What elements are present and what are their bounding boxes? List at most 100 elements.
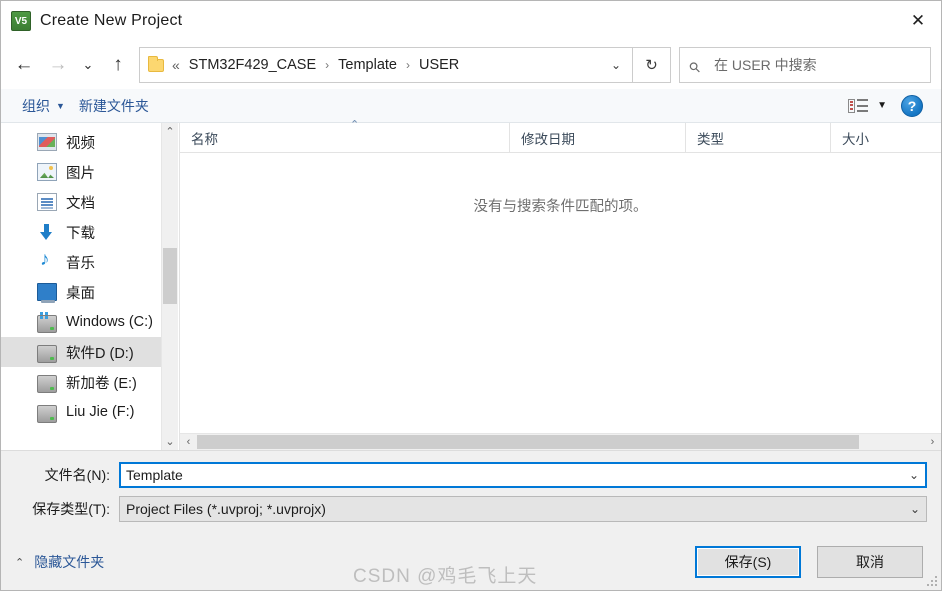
chevron-down-icon: ▼ [56, 100, 65, 111]
file-list-pane: ⌃ 名称 修改日期 类型 大小 没有与搜索条件匹配的项。 ‹ › [179, 119, 941, 450]
hscroll-thumb[interactable] [197, 435, 859, 449]
column-label: 修改日期 [521, 131, 575, 147]
address-bar[interactable]: « STM32F429_CASE › Template › USER ⌄ [139, 47, 633, 83]
column-label: 名称 [191, 131, 218, 147]
save-button[interactable]: 保存(S) [695, 546, 801, 578]
new-folder-label: 新建文件夹 [78, 97, 149, 114]
sidebar-item-label: 图片 [66, 165, 95, 182]
file-list-area[interactable]: 没有与搜索条件匹配的项。 [180, 153, 941, 433]
column-header-size[interactable]: 大小 [831, 123, 941, 152]
chevron-down-icon[interactable]: ⌄ [904, 502, 926, 516]
downloads-icon [37, 223, 57, 241]
breadcrumb-item-0[interactable]: STM32F429_CASE [187, 54, 318, 76]
close-icon[interactable]: ✕ [895, 1, 941, 41]
filetype-label: 保存类型(T): [32, 501, 110, 517]
hscroll-track[interactable] [197, 434, 924, 450]
sidebar-item-downloads[interactable]: 下载 [1, 217, 178, 247]
videos-icon [37, 133, 57, 151]
chevron-down-icon[interactable]: ⌄ [604, 49, 628, 81]
sidebar-scrollbar[interactable]: ⌃ ⌄ [161, 123, 178, 450]
breadcrumb-item-2[interactable]: USER [417, 54, 461, 76]
sidebar-item-label: 软件D (D:) [66, 345, 134, 362]
up-button[interactable]: ↑ [101, 48, 135, 82]
drive-icon [37, 405, 57, 423]
search-placeholder: 在 USER 中搜索 [714, 57, 817, 73]
view-mode-icon[interactable] [848, 98, 870, 114]
windows-drive-icon [37, 312, 57, 333]
column-header-type[interactable]: 类型 [686, 123, 831, 152]
hide-folders-button[interactable]: ⌃ 隐藏文件夹 [15, 552, 104, 572]
window-title: Create New Project [40, 12, 183, 29]
column-header-name[interactable]: ⌃ 名称 [180, 119, 510, 152]
new-folder-button[interactable]: 新建文件夹 [72, 93, 156, 119]
column-label: 类型 [697, 131, 724, 147]
breadcrumb-overflow-icon[interactable]: « [172, 57, 180, 73]
title-bar: Create New Project ✕ [1, 1, 941, 41]
filename-value[interactable]: Template [126, 467, 903, 483]
sidebar-item-drive-f[interactable]: Liu Jie (F:) [1, 397, 178, 427]
recent-locations-button[interactable]: ⌄ [75, 48, 101, 82]
chevron-down-icon[interactable]: ⌄ [903, 468, 925, 482]
sidebar-item-documents[interactable]: 文档 [1, 187, 178, 217]
column-label: 大小 [842, 131, 869, 147]
organize-label: 组织 [22, 97, 50, 114]
pictures-icon [37, 163, 57, 181]
music-icon [37, 249, 57, 271]
scroll-up-icon[interactable]: ⌃ [162, 123, 178, 140]
scroll-right-icon[interactable]: › [924, 434, 941, 450]
refresh-icon[interactable]: ↻ [633, 47, 671, 83]
search-icon: ⚲ [685, 57, 704, 76]
scroll-down-icon[interactable]: ⌄ [162, 433, 178, 450]
filename-combobox[interactable]: Template ⌄ [119, 462, 927, 488]
sidebar-item-label: Windows (C:) [66, 314, 154, 330]
sidebar-item-desktop[interactable]: 桌面 [1, 277, 178, 307]
sidebar-item-windows-c[interactable]: Windows (C:) [1, 307, 178, 337]
filename-label: 文件名(N): [44, 467, 110, 483]
filetype-row: 保存类型(T): Project Files (*.uvproj; *.uvpr… [15, 496, 927, 522]
breadcrumb-item-1[interactable]: Template [336, 54, 399, 76]
view-mode-chevron-down-icon[interactable]: ▼ [877, 100, 887, 111]
scroll-left-icon[interactable]: ‹ [180, 434, 197, 450]
filetype-combobox[interactable]: Project Files (*.uvproj; *.uvprojx) ⌄ [119, 496, 927, 522]
column-header-date-modified[interactable]: 修改日期 [510, 123, 686, 152]
cancel-button[interactable]: 取消 [817, 546, 923, 578]
sidebar-item-label: 视频 [66, 135, 95, 152]
breadcrumb-separator-0: › [325, 58, 330, 72]
forward-button[interactable]: → [41, 48, 75, 82]
search-input[interactable]: ⚲ 在 USER 中搜索 [679, 47, 931, 83]
drive-icon [37, 345, 57, 363]
file-list-horizontal-scrollbar[interactable]: ‹ › [180, 433, 941, 450]
dialog-body: 视频 图片 文档 下载 音乐 桌面 [1, 119, 941, 450]
sidebar-item-drive-e[interactable]: 新加卷 (E:) [1, 367, 178, 397]
sidebar-item-music[interactable]: 音乐 [1, 247, 178, 277]
documents-icon [37, 193, 57, 211]
sidebar-item-label: 下载 [66, 225, 95, 242]
sidebar-item-label: Liu Jie (F:) [66, 404, 135, 420]
sidebar-item-label: 文档 [66, 195, 95, 212]
folder-icon [148, 55, 164, 72]
sidebar-item-pictures[interactable]: 图片 [1, 157, 178, 187]
back-button[interactable]: ← [7, 48, 41, 82]
command-toolbar: 组织 ▼ 新建文件夹 ▼ ? [1, 89, 941, 123]
chevron-up-icon: ⌃ [15, 556, 25, 569]
keil-uvision-icon [11, 11, 31, 31]
sort-ascending-icon: ⌃ [350, 119, 360, 131]
sidebar-item-videos[interactable]: 视频 [1, 127, 178, 157]
filetype-value: Project Files (*.uvproj; *.uvprojx) [126, 501, 326, 517]
desktop-icon [37, 283, 57, 303]
navigation-pane: 视频 图片 文档 下载 音乐 桌面 [1, 123, 179, 450]
sidebar-item-label: 音乐 [66, 255, 95, 272]
sidebar-scroll-thumb[interactable] [163, 248, 177, 305]
help-icon[interactable]: ? [901, 94, 923, 117]
create-new-project-dialog: Create New Project ✕ ← → ⌄ ↑ « STM32F429… [0, 0, 942, 591]
resize-grip[interactable] [926, 575, 938, 587]
organize-button[interactable]: 组织 ▼ [15, 93, 72, 119]
sidebar-item-drive-d[interactable]: 软件D (D:) [1, 337, 178, 367]
drive-icon [37, 375, 57, 393]
sidebar-scroll-track[interactable] [162, 140, 178, 433]
column-headers: ⌃ 名称 修改日期 类型 大小 [180, 119, 941, 153]
navigation-bar: ← → ⌄ ↑ « STM32F429_CASE › Template › US… [1, 41, 941, 89]
breadcrumb-separator-1: › [405, 58, 410, 72]
hide-folders-label: 隐藏文件夹 [34, 554, 105, 570]
file-form-area: 文件名(N): Template ⌄ 保存类型(T): Project File… [1, 450, 941, 534]
